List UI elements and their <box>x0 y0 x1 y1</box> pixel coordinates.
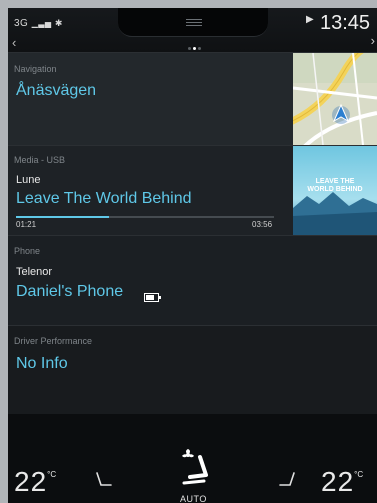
signal-indicator: 3G ▁▃▅ ✱ <box>14 18 63 29</box>
signal-text: 3G <box>14 18 29 29</box>
right-seat-heat-icon[interactable] <box>276 470 298 492</box>
phone-carrier: Telenor <box>16 266 53 278</box>
clock: 13:45 <box>320 12 371 34</box>
right-temperature-value: 22 <box>321 466 355 497</box>
right-temperature[interactable]: 22°C <box>321 466 363 498</box>
tile-label: Media - USB <box>14 155 66 165</box>
driver-performance-value: No Info <box>16 355 68 372</box>
bluetooth-icon: ✱ <box>54 18 63 28</box>
tile-label: Phone <box>14 246 41 256</box>
track-title: Leave The World Behind <box>16 190 192 207</box>
left-temperature-value: 22 <box>14 466 48 497</box>
media-tile[interactable]: Media - USB Lune Leave The World Behind … <box>8 145 377 235</box>
temperature-unit: °C <box>354 470 364 479</box>
phone-device-name: Daniel's Phone <box>16 283 124 300</box>
battery-icon <box>144 289 162 302</box>
album-art[interactable]: LEAVE THE WORLD BEHIND <box>293 146 377 235</box>
status-bar[interactable]: 3G ▁▃▅ ✱ ‹ ▶ 13:45 › <box>8 8 377 52</box>
pull-down-handle[interactable] <box>118 8 268 37</box>
climate-auto-label: AUTO <box>180 494 207 503</box>
page-dot-active <box>193 47 196 51</box>
playing-icon: ▶ <box>306 14 314 25</box>
navigation-tile[interactable]: Navigation Ånäsvägen <box>8 52 377 145</box>
infotainment-screen: 3G ▁▃▅ ✱ ‹ ▶ 13:45 › Navigation Ånäsväge… <box>8 8 377 503</box>
page-dot <box>188 47 191 51</box>
page-dot <box>198 47 201 51</box>
climate-fan-icon[interactable] <box>178 447 212 491</box>
driver-performance-tile[interactable]: Driver Performance No Info <box>8 325 377 415</box>
tile-label: Navigation <box>14 64 57 74</box>
chevron-left-icon[interactable]: ‹ <box>12 35 16 50</box>
chevron-right-icon[interactable]: › <box>371 33 375 48</box>
playback-progress-fill <box>16 216 109 218</box>
temperature-unit: °C <box>47 470 57 479</box>
left-seat-heat-icon[interactable] <box>93 470 115 492</box>
playback-progress-bar[interactable] <box>16 216 274 218</box>
climate-bar: 22°C AUTO 22°C <box>8 414 377 503</box>
map-thumbnail[interactable] <box>293 53 377 145</box>
left-temperature[interactable]: 22°C <box>14 466 56 498</box>
album-art-text: LEAVE THE WORLD BEHIND <box>307 178 363 193</box>
track-duration: 03:56 <box>252 220 273 229</box>
elapsed-time: 01:21 <box>16 220 37 229</box>
tile-label: Driver Performance <box>14 336 93 346</box>
navigation-destination: Ånäsvägen <box>16 82 97 99</box>
artist-name: Lune <box>16 174 41 186</box>
signal-bars-icon: ▁▃▅ <box>31 19 52 28</box>
phone-tile[interactable]: Phone Telenor Daniel's Phone <box>8 235 377 325</box>
